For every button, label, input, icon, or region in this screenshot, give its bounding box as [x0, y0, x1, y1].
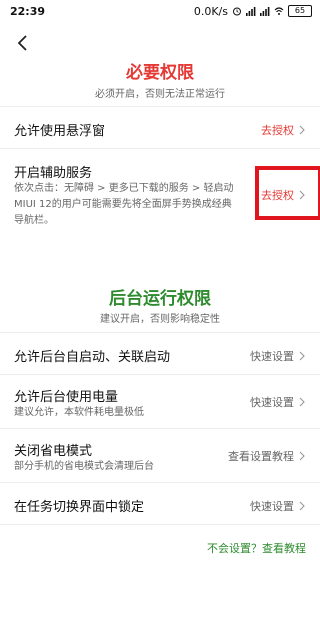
action-label: 快速设置 [250, 396, 294, 409]
quick-setup-button[interactable]: 快速设置 [250, 394, 306, 410]
quick-setup-button[interactable]: 快速设置 [250, 498, 306, 514]
action-label: 快速设置 [250, 350, 294, 363]
view-tutorial-button[interactable]: 查看设置教程 [228, 448, 306, 464]
row-title: 开启辅助服务 [14, 166, 93, 181]
highlight-box [255, 166, 320, 220]
status-icons: 0.0K/s 65 [194, 5, 320, 18]
help-tutorial-link[interactable]: 不会设置？查看教程 [207, 540, 306, 556]
row-title: 允许使用悬浮窗 [14, 124, 106, 139]
background-section-subtitle: 建议开启，否则影响稳定性 [100, 314, 220, 325]
back-icon[interactable] [14, 34, 32, 52]
chevron-right-icon [299, 351, 305, 361]
row-title: 允许后台使用电量 [14, 390, 119, 405]
battery-icon: 65 [288, 5, 312, 17]
divider [0, 428, 320, 429]
divider [0, 482, 320, 483]
network-speed: 0.0K/s [193, 4, 228, 18]
row-description: 部分手机的省电模式会清理后台 [14, 461, 154, 472]
divider [0, 148, 320, 149]
action-label: 查看设置教程 [228, 450, 294, 463]
row-title: 关闭省电模式 [14, 444, 93, 459]
quick-setup-button[interactable]: 快速设置 [250, 348, 306, 364]
signal-icon-2 [260, 7, 270, 16]
chevron-right-icon [299, 125, 305, 135]
required-section-title: 必要权限 [126, 63, 194, 83]
row-description-line: MIUI 12的用户可能需要先将全面屏手势换成经典 [14, 199, 232, 210]
chevron-right-icon [299, 501, 305, 511]
row-description: 建议允许，本软件耗电量极低 [14, 407, 144, 418]
authorize-button[interactable]: 去授权 [261, 122, 306, 138]
divider [0, 524, 320, 525]
alarm-icon [233, 7, 241, 16]
row-title: 在任务切换界面中锁定 [14, 500, 145, 515]
action-label: 去授权 [261, 124, 294, 137]
divider [0, 374, 320, 375]
wifi-icon [274, 7, 284, 15]
row-description-line: 依次点击：无障碍 > 更多已下载的服务 > 轻启动 [14, 183, 234, 194]
status-time: 22:39 [10, 4, 46, 18]
signal-icon [246, 7, 256, 16]
chevron-right-icon [299, 397, 305, 407]
divider [0, 106, 320, 107]
row-title: 允许后台自启动、关联启动 [14, 350, 171, 365]
required-section-subtitle: 必须开启，否则无法正常运行 [95, 89, 225, 100]
row-description-line: 导航栏。 [14, 215, 54, 226]
background-section-title: 后台运行权限 [109, 289, 211, 309]
status-bar: 22:39 0.0K/s 65 [0, 0, 320, 22]
action-label: 快速设置 [250, 500, 294, 513]
chevron-right-icon [299, 451, 305, 461]
divider [0, 332, 320, 333]
